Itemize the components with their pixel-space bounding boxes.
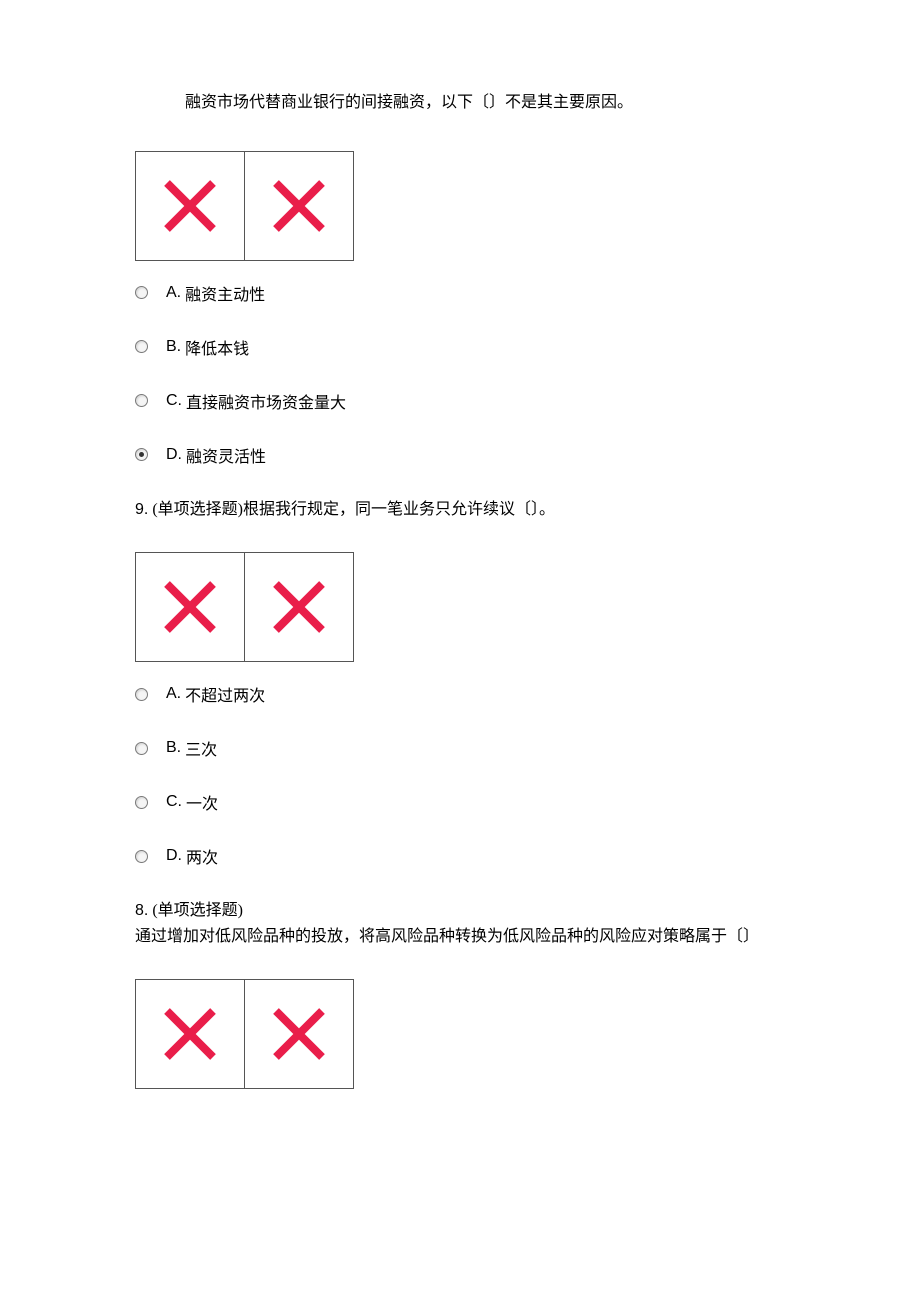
option-a[interactable]: A. 不超过两次 bbox=[135, 682, 860, 706]
options-list: A. 不超过两次 B. 三次 C. 一次 D. 两次 bbox=[135, 682, 860, 868]
option-d[interactable]: D. 两次 bbox=[135, 844, 860, 868]
radio-icon[interactable] bbox=[135, 796, 148, 809]
options-list: A. 融资主动性 B. 降低本钱 C. 直接融资市场资金量大 D. 融资灵活性 bbox=[135, 281, 860, 467]
option-b[interactable]: B. 三次 bbox=[135, 736, 860, 760]
option-c[interactable]: C. 直接融资市场资金量大 bbox=[135, 389, 860, 413]
option-label: D. bbox=[166, 446, 182, 464]
option-label: A. bbox=[166, 685, 181, 703]
radio-icon[interactable] bbox=[135, 850, 148, 863]
option-b[interactable]: B. 降低本钱 bbox=[135, 335, 860, 359]
x-mark-icon bbox=[161, 578, 219, 636]
question-8: 8. (单项选择题) 通过增加对低风险品种的投放，将高风险品种转换为低风险品种的风… bbox=[135, 898, 860, 949]
x-mark-icon bbox=[270, 177, 328, 235]
radio-icon[interactable] bbox=[135, 688, 148, 701]
image-box bbox=[135, 552, 245, 662]
image-placeholder-row bbox=[135, 151, 860, 261]
question-number: 9. bbox=[135, 501, 148, 518]
x-mark-icon bbox=[270, 1005, 328, 1063]
option-c[interactable]: C. 一次 bbox=[135, 790, 860, 814]
image-placeholder-row bbox=[135, 552, 860, 662]
radio-icon[interactable] bbox=[135, 448, 148, 461]
question-type: (单项选择题) bbox=[152, 501, 243, 518]
image-box bbox=[244, 151, 354, 261]
question-text: 通过增加对低风险品种的投放，将高风险品种转换为低风险品种的风险应对策略属于〔〕 bbox=[135, 928, 759, 945]
image-box bbox=[135, 151, 245, 261]
option-text: 三次 bbox=[185, 736, 217, 760]
radio-icon[interactable] bbox=[135, 394, 148, 407]
radio-icon[interactable] bbox=[135, 286, 148, 299]
option-text: 融资主动性 bbox=[185, 281, 265, 305]
option-label: B. bbox=[166, 338, 181, 356]
option-text: 不超过两次 bbox=[185, 682, 265, 706]
option-text: 融资灵活性 bbox=[186, 443, 266, 467]
image-box bbox=[135, 979, 245, 1089]
question-type: (单项选择题) bbox=[152, 902, 243, 919]
option-label: C. bbox=[166, 793, 182, 811]
question-number: 8. bbox=[135, 902, 148, 919]
option-d[interactable]: D. 融资灵活性 bbox=[135, 443, 860, 467]
radio-icon[interactable] bbox=[135, 340, 148, 353]
question-9: 9. (单项选择题)根据我行规定，同一笔业务只允许续议〔〕。 bbox=[135, 497, 860, 523]
option-text: 两次 bbox=[186, 844, 218, 868]
x-mark-icon bbox=[270, 578, 328, 636]
option-a[interactable]: A. 融资主动性 bbox=[135, 281, 860, 305]
option-text: 一次 bbox=[186, 790, 218, 814]
option-label: A. bbox=[166, 284, 181, 302]
image-box bbox=[244, 552, 354, 662]
x-mark-icon bbox=[161, 177, 219, 235]
question-text: 根据我行规定，同一笔业务只允许续议〔〕。 bbox=[243, 501, 555, 518]
option-text: 直接融资市场资金量大 bbox=[186, 389, 346, 413]
image-placeholder-row bbox=[135, 979, 860, 1089]
option-label: D. bbox=[166, 847, 182, 865]
option-label: B. bbox=[166, 739, 181, 757]
image-box bbox=[244, 979, 354, 1089]
option-label: C. bbox=[166, 392, 182, 410]
x-mark-icon bbox=[161, 1005, 219, 1063]
option-text: 降低本钱 bbox=[185, 335, 249, 359]
radio-icon[interactable] bbox=[135, 742, 148, 755]
question-intro-text: 融资市场代替商业银行的间接融资，以下〔〕不是其主要原因。 bbox=[135, 90, 860, 116]
